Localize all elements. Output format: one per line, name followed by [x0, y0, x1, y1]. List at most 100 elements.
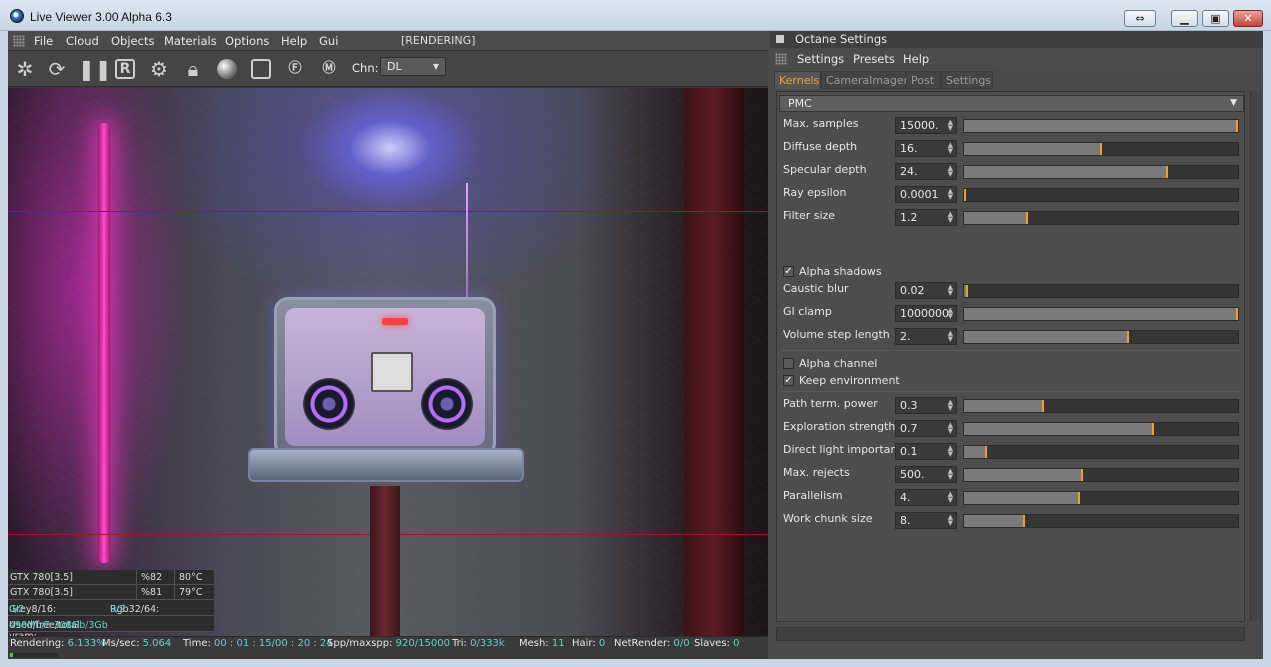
radio-speaker-right [421, 378, 473, 430]
tab-post[interactable]: Post [906, 71, 941, 89]
slider-handle[interactable] [1152, 423, 1154, 435]
diffuse-depth-input[interactable]: 16. ▲ ▼ [895, 140, 957, 157]
m-pin-icon[interactable]: Ⓜ [316, 56, 342, 82]
spinner-arrows-icon[interactable]: ▲ ▼ [948, 330, 953, 343]
spinner-arrows-icon[interactable]: ▲ ▼ [948, 468, 953, 481]
spinner-arrows-icon[interactable]: ▲ ▼ [948, 211, 953, 224]
settings-scrollbar[interactable] [1250, 91, 1262, 621]
spinner-arrows-icon[interactable]: ▲ ▼ [948, 307, 953, 320]
tab-settings[interactable]: Settings [941, 71, 993, 89]
minimize-button[interactable]: ▁ [1171, 10, 1198, 27]
menu-options[interactable]: Options [225, 34, 269, 48]
exploration-strength-slider[interactable] [963, 422, 1239, 436]
slider-handle[interactable] [1166, 166, 1168, 178]
diffuse-depth-slider[interactable] [963, 142, 1239, 156]
client-area: File Cloud Objects Materials Options Hel… [8, 31, 1263, 659]
slider-handle[interactable] [1026, 212, 1028, 224]
tab-kernels[interactable]: Kernels [774, 71, 821, 89]
menu-help[interactable]: Help [281, 34, 307, 48]
live-viewer-panel: File Cloud Objects Materials Options Hel… [8, 31, 768, 659]
path-term-power-input[interactable]: 0.3 ▲ ▼ [895, 397, 957, 414]
max-rejects-slider[interactable] [963, 468, 1239, 482]
spinner-arrows-icon[interactable]: ▲ ▼ [948, 445, 953, 458]
render-canvas[interactable] [8, 88, 768, 636]
lock-icon[interactable]: 🔒︎ [180, 56, 206, 82]
spinner-arrows-icon[interactable]: ▲ ▼ [948, 491, 953, 504]
region-icon[interactable] [248, 56, 274, 82]
volume-step-length-slider[interactable] [963, 330, 1239, 344]
filter-size-slider[interactable] [963, 211, 1239, 225]
time-label: Time: [183, 638, 211, 649]
caustic-blur-slider[interactable] [963, 284, 1239, 298]
menu-gui[interactable]: Gui [319, 34, 338, 48]
slider-handle[interactable] [1023, 515, 1025, 527]
parallelism-input[interactable]: 4. ▲ ▼ [895, 489, 957, 506]
path-term-power-slider[interactable] [963, 399, 1239, 413]
close-button[interactable]: ✕ [1233, 10, 1263, 27]
work-chunk-size-input[interactable]: 8. ▲ ▼ [895, 512, 957, 529]
r-icon[interactable]: R [112, 56, 138, 82]
spinner-arrows-icon[interactable]: ▲ ▼ [948, 422, 953, 435]
menu-help[interactable]: Help [903, 52, 929, 66]
restore-layout-button[interactable]: ⇔ [1124, 10, 1156, 27]
maximize-button[interactable]: ▣ [1202, 10, 1229, 27]
region-line-top[interactable] [8, 211, 768, 212]
slider-handle[interactable] [1127, 331, 1129, 343]
grip-icon[interactable] [775, 53, 787, 65]
work-chunk-size-slider[interactable] [963, 514, 1239, 528]
refresh-icon[interactable]: ⟳ [44, 56, 70, 82]
caustic-blur-input[interactable]: 0.02 ▲ ▼ [895, 282, 957, 299]
menu-materials[interactable]: Materials [164, 34, 217, 48]
f-pin-icon[interactable]: Ⓕ [282, 56, 308, 82]
slider-handle[interactable] [1081, 469, 1083, 481]
filter-size-input[interactable]: 1.2 ▲ ▼ [895, 209, 957, 226]
gi-clamp-slider[interactable] [963, 307, 1239, 321]
exploration-strength-input[interactable]: 0.7 ▲ ▼ [895, 420, 957, 437]
parallelism-slider[interactable] [963, 491, 1239, 505]
max-samples-input[interactable]: 15000. ▲ ▼ [895, 117, 957, 134]
channel-select[interactable]: DL ▼ [380, 57, 446, 76]
volume-step-length-input[interactable]: 2. ▲ ▼ [895, 328, 957, 345]
sphere-icon[interactable] [214, 56, 240, 82]
pause-icon[interactable]: ❚❚ [78, 56, 112, 82]
spinner-arrows-icon[interactable]: ▲ ▼ [948, 188, 953, 201]
slider-handle[interactable] [1236, 120, 1238, 132]
panel-menu-icon[interactable] [776, 35, 784, 43]
spinner-arrows-icon[interactable]: ▲ ▼ [948, 284, 953, 297]
spinner-arrows-icon[interactable]: ▲ ▼ [948, 514, 953, 527]
spinner-arrows-icon[interactable]: ▲ ▼ [948, 399, 953, 412]
ray-epsilon-input[interactable]: 0.0001 ▲ ▼ [895, 186, 957, 203]
specular-depth-input[interactable]: 24. ▲ ▼ [895, 163, 957, 180]
octane-logo-icon[interactable]: ✲ [12, 56, 38, 82]
max-rejects-input[interactable]: 500. ▲ ▼ [895, 466, 957, 483]
menu-cloud[interactable]: Cloud [66, 34, 99, 48]
menu-objects[interactable]: Objects [111, 34, 154, 48]
menu-presets[interactable]: Presets [853, 52, 895, 66]
menu-settings[interactable]: Settings [797, 52, 844, 66]
max-samples-slider[interactable] [963, 119, 1239, 133]
slider-handle[interactable] [1236, 308, 1238, 320]
gear-icon[interactable]: ⚙ [146, 56, 172, 82]
slider-handle[interactable] [985, 446, 987, 458]
direct-light-importan-input[interactable]: 0.1 ▲ ▼ [895, 443, 957, 460]
kernel-select[interactable]: PMC ▼ [779, 95, 1244, 112]
slider-handle[interactable] [1042, 400, 1044, 412]
spinner-arrows-icon[interactable]: ▲ ▼ [948, 119, 953, 132]
menu-file[interactable]: File [34, 34, 53, 48]
tab-cameraimager[interactable]: CameraImager [821, 71, 908, 89]
spinner-arrows-icon[interactable]: ▲ ▼ [948, 165, 953, 178]
grip-icon[interactable] [13, 35, 25, 47]
slider-handle[interactable] [1078, 492, 1080, 504]
direct-light-importan-slider[interactable] [963, 445, 1239, 459]
specular-depth-slider[interactable] [963, 165, 1239, 179]
memory-stat-row: Grey8/16: 0/2 Rgb32/64: 9/2 [8, 600, 214, 616]
slider-handle[interactable] [966, 285, 968, 297]
slider-handle[interactable] [1100, 143, 1102, 155]
spinner-arrows-icon[interactable]: ▲ ▼ [948, 142, 953, 155]
ray-epsilon-slider[interactable] [963, 188, 1239, 202]
param-row: Exploration strength 0.7 ▲ ▼ [783, 419, 1245, 439]
specular-depth-value: 24. [900, 165, 918, 178]
slider-fill [964, 423, 1153, 435]
slider-handle[interactable] [964, 189, 966, 201]
gi-clamp-input[interactable]: 1000000. ▲ ▼ [895, 305, 957, 322]
